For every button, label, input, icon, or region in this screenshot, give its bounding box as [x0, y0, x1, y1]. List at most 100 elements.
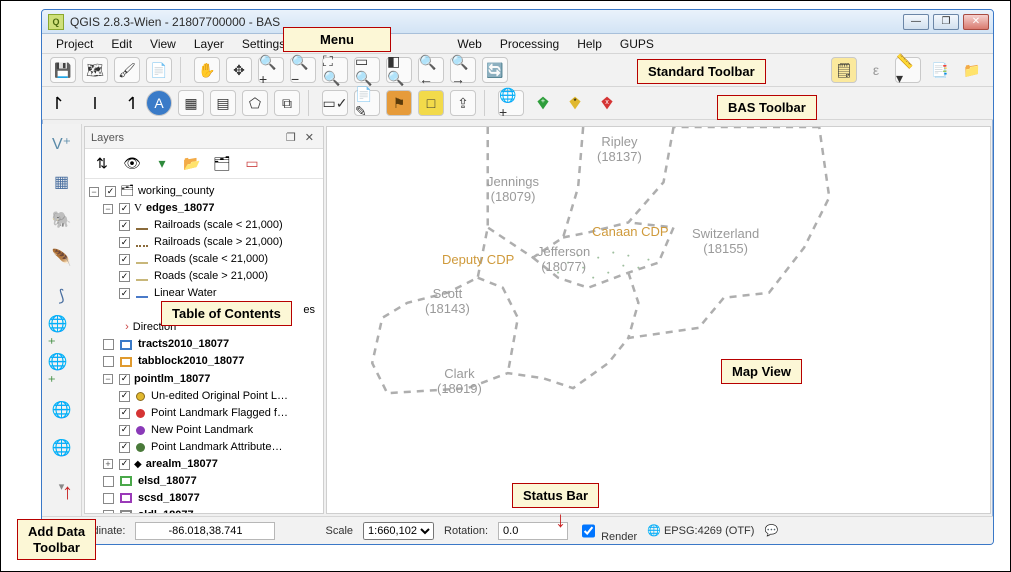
checkbox[interactable]: ✓: [119, 237, 130, 248]
checkbox[interactable]: [103, 493, 114, 504]
checkbox[interactable]: ✓: [119, 459, 130, 470]
zoom-selection-icon[interactable]: ▭🔍: [354, 57, 380, 83]
checkbox[interactable]: ✓: [119, 203, 130, 214]
attribute-circle-icon[interactable]: A: [146, 90, 172, 116]
checkbox[interactable]: [103, 476, 114, 487]
flag-orange-icon[interactable]: ⚑: [386, 90, 412, 116]
menu-processing[interactable]: Processing: [492, 35, 567, 53]
expander-icon[interactable]: −: [89, 187, 99, 197]
root-group[interactable]: working_county: [138, 183, 214, 200]
marker-add-icon[interactable]: +: [530, 90, 556, 116]
render-toggle[interactable]: Render: [578, 519, 637, 543]
add-postgis-icon[interactable]: 🐘: [48, 206, 76, 234]
menu-view[interactable]: View: [142, 35, 184, 53]
tree-item[interactable]: Railroads (scale < 21,000): [154, 217, 283, 234]
zoom-last-icon[interactable]: 🔍←: [418, 57, 444, 83]
add-mssql-icon[interactable]: ⟆: [48, 282, 76, 310]
panel-close-icon[interactable]: ✕: [302, 132, 317, 144]
select-poly-icon[interactable]: ⬠: [242, 90, 268, 116]
checkbox[interactable]: [103, 510, 114, 513]
validate-icon[interactable]: ▭✓: [322, 90, 348, 116]
layer-visibility-icon[interactable]: 👁: [121, 153, 143, 175]
tree-item[interactable]: Linear Water: [154, 285, 217, 302]
expander-icon[interactable]: −: [103, 204, 113, 214]
coord-field[interactable]: [135, 522, 275, 540]
expander-icon[interactable]: −: [103, 374, 113, 384]
bookmark-icon[interactable]: 📑: [927, 57, 953, 83]
add-wcs-icon[interactable]: 🌐⁺: [48, 358, 76, 386]
snap-v2-icon[interactable]: [82, 90, 108, 116]
maximize-button[interactable]: ❐: [933, 14, 959, 30]
globe-add-icon[interactable]: 🌐+: [498, 90, 524, 116]
add-vector-icon[interactable]: V⁺: [48, 130, 76, 158]
edit-doc-icon[interactable]: 📄✎: [354, 90, 380, 116]
flag-yellow-icon[interactable]: □: [418, 90, 444, 116]
menu-web[interactable]: Web: [449, 35, 489, 53]
print-composer-icon[interactable]: 📄: [146, 57, 172, 83]
tabblock-layer[interactable]: tabblock2010_18077: [138, 353, 244, 370]
menu-gups[interactable]: GUPS: [612, 35, 662, 53]
minimize-button[interactable]: —: [903, 14, 929, 30]
tree-item[interactable]: Roads (scale < 21,000): [154, 251, 268, 268]
tree-item[interactable]: New Point Landmark: [151, 422, 253, 439]
menu-project[interactable]: Project: [48, 35, 101, 53]
checkbox[interactable]: ✓: [119, 288, 130, 299]
pan-selection-icon[interactable]: ✥: [226, 57, 252, 83]
layer-order-icon[interactable]: ⇅: [91, 153, 113, 175]
layer-tree[interactable]: −✓ 🗂 working_county −✓ V edges_18077 ✓ R…: [85, 179, 323, 513]
panel-float-icon[interactable]: ❐: [283, 132, 299, 144]
snap-v3-icon[interactable]: [114, 90, 140, 116]
checkbox[interactable]: ✓: [119, 442, 130, 453]
layer-remove-icon[interactable]: ▭: [241, 153, 263, 175]
zoom-layer-icon[interactable]: ◧🔍: [386, 57, 412, 83]
zoom-in-icon[interactable]: 🔍+: [258, 57, 284, 83]
close-button[interactable]: ✕: [963, 14, 989, 30]
sldl-layer[interactable]: sldl_18077: [138, 507, 194, 513]
layer-style-icon[interactable]: 🗂: [211, 153, 233, 175]
refresh-icon[interactable]: 🔄: [482, 57, 508, 83]
checkbox[interactable]: [103, 339, 114, 350]
zoom-full-icon[interactable]: ⛶🔍: [322, 57, 348, 83]
add-wms-icon[interactable]: 🌐⁺: [48, 320, 76, 348]
add-spatialite-icon[interactable]: 🪶: [48, 244, 76, 272]
style-icon[interactable]: 🖌: [114, 57, 140, 83]
crs-indicator[interactable]: 🌐 EPSG:4269 (OTF): [647, 524, 754, 537]
checkbox[interactable]: ✓: [119, 374, 130, 385]
save-icon[interactable]: 💾: [50, 57, 76, 83]
tree-item[interactable]: Un-edited Original Point L…: [151, 388, 288, 405]
measure-icon[interactable]: 📏▾: [895, 57, 921, 83]
epsilon-icon[interactable]: ε: [863, 57, 889, 83]
zoom-next-icon[interactable]: 🔍→: [450, 57, 476, 83]
add-raster-icon[interactable]: ▦: [48, 168, 76, 196]
tree-item[interactable]: Point Landmark Flagged f…: [151, 405, 288, 422]
table2-icon[interactable]: ▤: [210, 90, 236, 116]
checkbox[interactable]: ✓: [119, 391, 130, 402]
tree-item[interactable]: Roads (scale > 21,000): [154, 268, 268, 285]
checkbox[interactable]: ✓: [119, 254, 130, 265]
snap-v1-icon[interactable]: [50, 90, 76, 116]
pan-icon[interactable]: ✋: [194, 57, 220, 83]
map-layer-icon[interactable]: 🗺: [82, 57, 108, 83]
expander-icon[interactable]: +: [103, 459, 113, 469]
menu-layer[interactable]: Layer: [186, 35, 232, 53]
tree-item[interactable]: Railroads (scale > 21,000): [154, 234, 283, 251]
layer-filter-icon[interactable]: ▾: [151, 153, 173, 175]
add-csv-icon[interactable]: 🌐: [48, 434, 76, 462]
select-multi-icon[interactable]: ⧉: [274, 90, 300, 116]
notes-icon[interactable]: 🗒: [831, 57, 857, 83]
scale-select[interactable]: 1:660,102: [363, 522, 434, 540]
tracts-layer[interactable]: tracts2010_18077: [138, 336, 229, 353]
checkbox[interactable]: ✓: [105, 186, 116, 197]
checkbox[interactable]: [103, 356, 114, 367]
elsd-layer[interactable]: elsd_18077: [138, 473, 197, 490]
export-icon[interactable]: ⇪: [450, 90, 476, 116]
layer-open-icon[interactable]: 📂: [181, 153, 203, 175]
folder-icon[interactable]: 📁: [959, 57, 985, 83]
checkbox[interactable]: ✓: [119, 425, 130, 436]
arealm-layer[interactable]: arealm_18077: [146, 456, 218, 473]
map-view[interactable]: Jennings(18079) Ripley(18137) Switzerlan…: [326, 126, 991, 514]
checkbox[interactable]: ✓: [119, 271, 130, 282]
tree-item[interactable]: Point Landmark Attribute…: [151, 439, 282, 456]
add-wfs-icon[interactable]: 🌐: [48, 396, 76, 424]
edges-group[interactable]: edges_18077: [146, 200, 215, 217]
